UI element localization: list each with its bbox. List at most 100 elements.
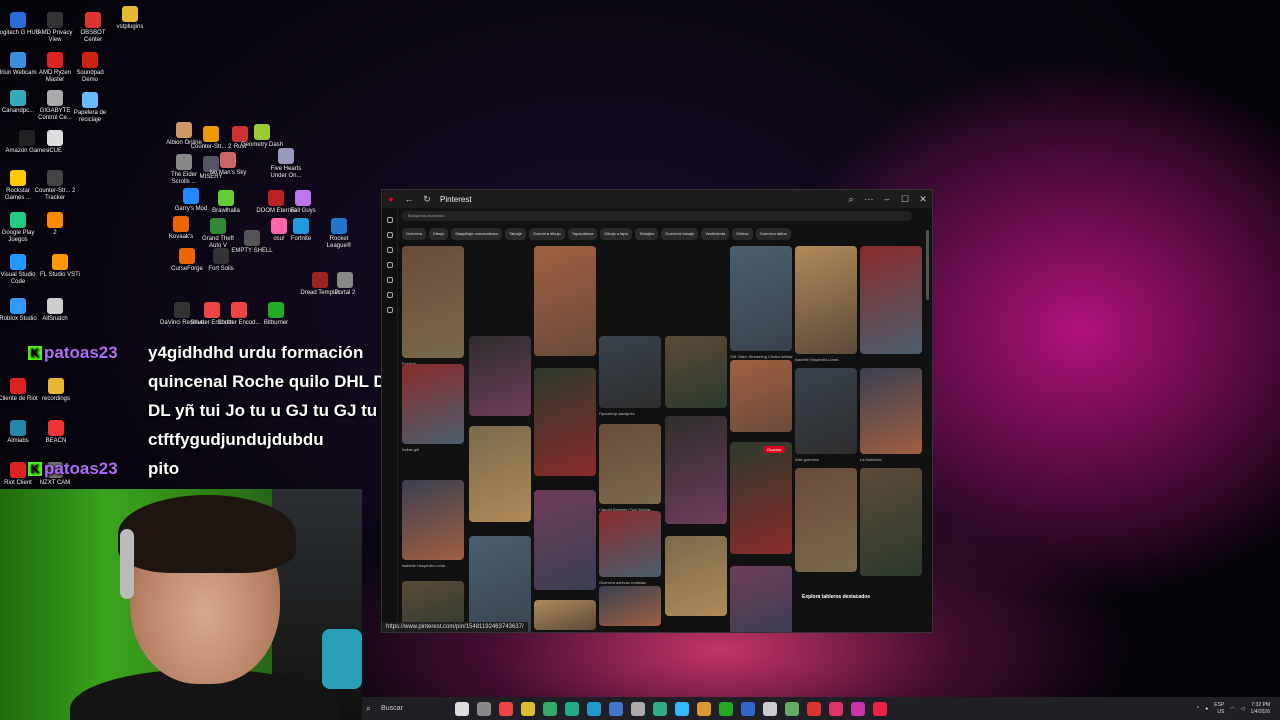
- desktop-icon[interactable]: No Man's Sky: [206, 152, 250, 177]
- desktop-icon[interactable]: Five Hearts Under On...: [264, 148, 308, 180]
- pin-card[interactable]: [534, 246, 596, 356]
- taskbar-app-icon[interactable]: [587, 701, 602, 716]
- taskbar-app-icon[interactable]: [565, 701, 580, 716]
- settings-icon[interactable]: [386, 307, 393, 313]
- pin-card[interactable]: Guerrera aztecas realistas: [599, 511, 661, 585]
- save-button[interactable]: Guardar: [764, 446, 785, 453]
- taskbar-app-icon[interactable]: [719, 701, 734, 716]
- desktop-icon[interactable]: Bitburner: [254, 302, 298, 327]
- pin-card[interactable]: Girl Video Streaming Clinico Ishtiaz: [730, 246, 793, 359]
- taskbar-search[interactable]: Buscar: [375, 701, 447, 717]
- desktop-icon[interactable]: Counter-Str... 2 Tracker: [33, 170, 77, 202]
- pin-card[interactable]: Isabelle Hospedin-Lomb...: [402, 480, 464, 568]
- filter-chip[interactable]: Guerrera: [402, 228, 427, 240]
- pin-card[interactable]: [534, 368, 596, 476]
- pin-card[interactable]: [534, 600, 596, 630]
- pin-card[interactable]: Caught Between Two Worlds...: [599, 424, 661, 512]
- home-icon[interactable]: [386, 217, 393, 223]
- desktop-icon[interactable]: Visual Studio Code: [0, 254, 40, 286]
- desktop-icon[interactable]: Brawlhalla: [204, 190, 248, 215]
- search-input[interactable]: Búsqueda avanzada: [402, 211, 912, 221]
- taskbar-app-icon[interactable]: [455, 701, 470, 716]
- pin-card[interactable]: [860, 246, 922, 354]
- filter-chip[interactable]: Dibujo a lápiz: [600, 228, 633, 240]
- desktop-icon[interactable]: Fort Solis: [199, 248, 243, 273]
- taskbar-app-icon[interactable]: [499, 701, 514, 716]
- taskbar-app-icon[interactable]: [543, 701, 558, 716]
- scrollbar[interactable]: [926, 230, 929, 300]
- pin-card[interactable]: [534, 490, 596, 590]
- filter-chip[interactable]: Guerrera dibujo: [528, 228, 565, 240]
- desktop-icon[interactable]: vstplugins: [108, 6, 152, 31]
- pin-card[interactable]: Tecnik: [730, 566, 792, 632]
- pin-card[interactable]: [665, 336, 727, 408]
- pin-card[interactable]: [469, 336, 531, 416]
- desktop-icon[interactable]: Rocket League®: [317, 218, 361, 250]
- taskbar-app-icon[interactable]: [763, 701, 778, 716]
- taskbar-app-icon[interactable]: [521, 701, 536, 716]
- desktop-icon[interactable]: iCUE: [33, 130, 77, 155]
- pin-card[interactable]: La Malinche: [860, 368, 922, 462]
- taskbar-app-icon[interactable]: [675, 701, 690, 716]
- desktop-icon[interactable]: 2: [33, 212, 77, 237]
- boards-icon[interactable]: [386, 247, 393, 253]
- taskbar-app-icon[interactable]: [477, 701, 492, 716]
- volume-icon[interactable]: ◁: [1241, 706, 1245, 712]
- zoom-icon[interactable]: ⌕: [842, 194, 860, 205]
- chevron-up-icon[interactable]: ^: [1197, 706, 1199, 712]
- pin-card[interactable]: Arte guerrera: [795, 368, 857, 462]
- taskbar-app-icon[interactable]: [785, 701, 800, 716]
- desktop-icon[interactable]: FL Studio VSTi: [38, 254, 82, 279]
- pin-card[interactable]: [730, 442, 792, 554]
- taskbar-app-icon[interactable]: [741, 701, 756, 716]
- mic-icon[interactable]: ●: [1205, 706, 1208, 712]
- filter-chip[interactable]: Guerrera tattoo: [755, 228, 791, 240]
- minimize-button[interactable]: –: [878, 194, 896, 204]
- language-indicator[interactable]: ESP US: [1214, 702, 1224, 716]
- taskbar-app-icon[interactable]: [697, 701, 712, 716]
- pin-card[interactable]: [469, 426, 531, 522]
- menu-icon[interactable]: ⋯: [860, 194, 878, 205]
- create-icon[interactable]: [386, 262, 393, 268]
- pin-card[interactable]: Festival: [402, 246, 464, 366]
- taskbar-app-icon[interactable]: [631, 701, 646, 716]
- desktop-icon[interactable]: Papelera de reciclaje: [68, 92, 112, 124]
- taskbar-app-icon[interactable]: [851, 701, 866, 716]
- maximize-button[interactable]: ☐: [896, 194, 914, 205]
- taskbar-app-icon[interactable]: [807, 701, 822, 716]
- desktop-icon[interactable]: Fall Guys: [281, 190, 325, 215]
- close-button[interactable]: ✕: [914, 194, 932, 205]
- pin-card[interactable]: Просмотр аккаунта: [599, 336, 661, 416]
- taskbar-app-icon[interactable]: [873, 701, 888, 716]
- desktop-icon[interactable]: AllSnatch: [33, 298, 77, 323]
- messages-icon[interactable]: [386, 292, 393, 298]
- filter-chip[interactable]: Dibujo: [429, 228, 449, 240]
- filter-chip[interactable]: Maquillaje carnavalesco: [451, 228, 503, 240]
- pin-card[interactable]: [599, 586, 661, 626]
- pin-card[interactable]: [730, 360, 792, 432]
- pin-card[interactable]: [665, 536, 727, 616]
- pin-card[interactable]: [860, 468, 922, 576]
- clock[interactable]: 7:32 PM 1/4/2026: [1251, 702, 1270, 716]
- pin-card[interactable]: Indias girl: [402, 364, 464, 452]
- taskbar-app-icon[interactable]: [829, 701, 844, 716]
- back-icon[interactable]: ←: [400, 194, 418, 204]
- desktop-icon[interactable]: Portal 2: [323, 272, 367, 297]
- filter-chip[interactable]: Tatuajes: [635, 228, 659, 240]
- filter-chip[interactable]: Vestimenta: [701, 228, 730, 240]
- pinterest-window[interactable]: ● ← ↻ Pinterest ⌕ ⋯ – ☐ ✕ Búsqueda avanz…: [381, 189, 933, 633]
- explore-icon[interactable]: [386, 232, 393, 238]
- desktop-icon[interactable]: Geometry Dash: [240, 124, 284, 149]
- pin-card[interactable]: [469, 536, 531, 632]
- refresh-icon[interactable]: ↻: [418, 194, 436, 205]
- updates-icon[interactable]: [386, 277, 393, 283]
- taskbar-app-icon[interactable]: [653, 701, 668, 716]
- taskbar-app-icon[interactable]: [609, 701, 624, 716]
- filter-chip[interactable]: Disfraz: [732, 228, 753, 240]
- pin-card[interactable]: [665, 416, 727, 524]
- pin-card[interactable]: Isabelle Hospedin-Lomb...: [795, 246, 857, 362]
- filter-chip[interactable]: Tatuaje: [505, 228, 526, 240]
- filter-chip[interactable]: Guerrera tatuaje: [661, 228, 699, 240]
- desktop-icon[interactable]: Soundpad Demo: [68, 52, 112, 84]
- pin-card[interactable]: [795, 468, 857, 572]
